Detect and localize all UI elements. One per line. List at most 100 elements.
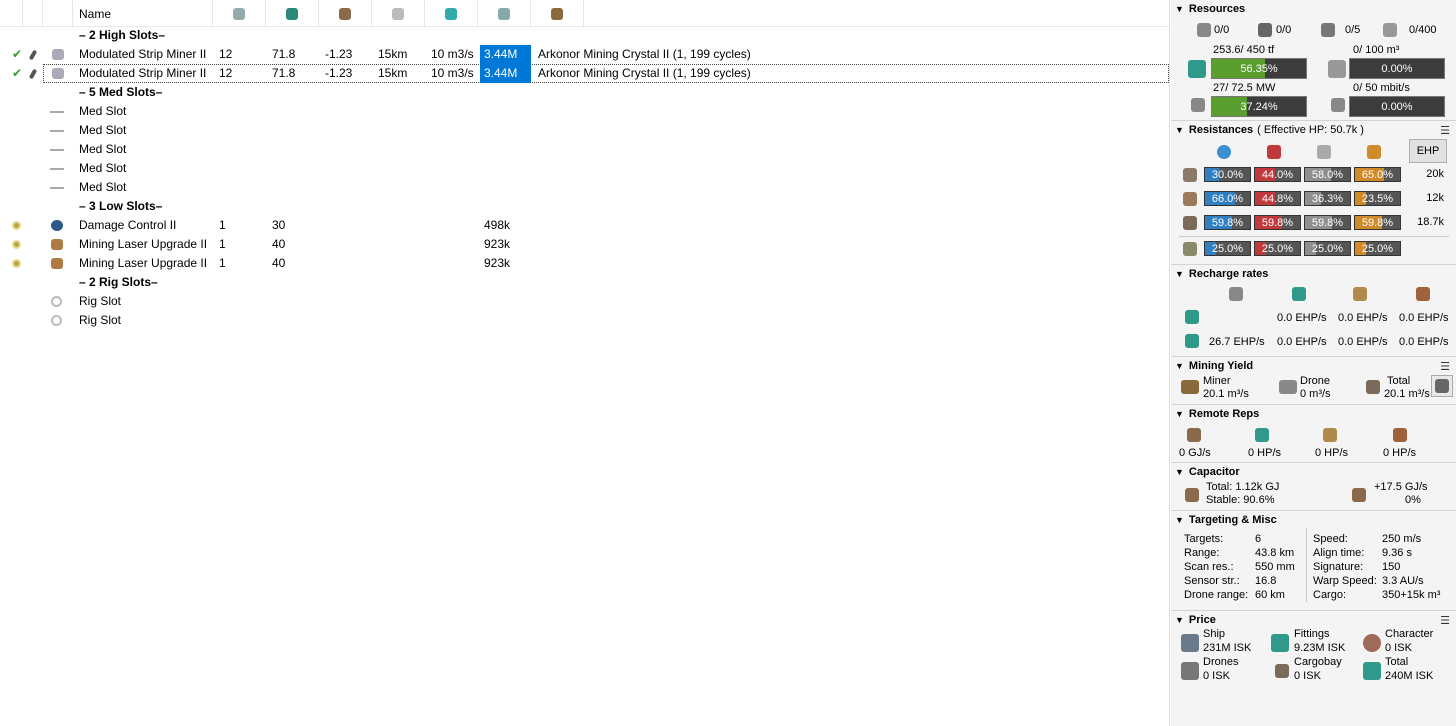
bandwidth-bar: 0.00% — [1349, 96, 1445, 117]
turret-hardpoint-icon — [1197, 23, 1211, 37]
header-state-col[interactable] — [0, 0, 23, 27]
mining-yield-header[interactable]: ▼ Mining Yield — [1175, 360, 1253, 372]
explosive-resist-icon — [1367, 145, 1381, 159]
divider — [1171, 610, 1456, 611]
capacitor-section: ▼ Capacitor Total: 1.12k GJ Stable: 90.6%… — [1175, 466, 1428, 506]
header-yield[interactable] — [425, 0, 478, 27]
module-row[interactable]: ✔ Modulated Strip Miner II 12 71.8 -1.23… — [0, 45, 1170, 64]
section-rig-slots: – 2 Rig Slots– — [79, 275, 158, 289]
empty-med-slot-row[interactable]: Med Slot — [0, 140, 1170, 159]
damage-pattern-icon — [1183, 242, 1197, 256]
stat-value: 250 m/s — [1382, 533, 1422, 545]
ship-icon — [1181, 634, 1199, 652]
recharge-header[interactable]: ▼ Recharge rates — [1175, 268, 1268, 280]
miner-icon — [1181, 380, 1199, 394]
header-range[interactable] — [372, 0, 425, 27]
active-check-icon[interactable]: ✔ — [12, 64, 22, 83]
strip-miner-icon — [52, 49, 64, 60]
resistances-header[interactable]: ▼ Resistances( Effective HP: 50.7k ) — [1175, 124, 1364, 136]
resist-value: 66.0% — [1211, 193, 1244, 205]
mining-settings-button[interactable] — [1431, 375, 1453, 397]
empty-med-slot-row[interactable]: Med Slot — [0, 178, 1170, 197]
resources-section: ▼ Resources 0/0 0/0 0/5 0/400 253.6/ 450 … — [1171, 0, 1456, 122]
empty-rig-slot-row[interactable]: Rig Slot — [0, 311, 1170, 330]
stat-label: Scan res.: — [1184, 561, 1234, 573]
active-check-icon[interactable]: ✔ — [12, 45, 22, 64]
header-name[interactable]: Name — [73, 0, 213, 27]
stat-value: 150 — [1382, 561, 1401, 573]
empty-med-slot-row[interactable]: Med Slot — [0, 159, 1170, 178]
cpu-bar: 56.35% — [1211, 58, 1307, 79]
header-powergrid[interactable] — [266, 0, 319, 27]
ehp-toggle-button[interactable]: EHP — [1409, 139, 1447, 163]
remote-reps-section: ▼ Remote Reps 0 GJ/s 0 HP/s 0 HP/s 0 HP/s — [1175, 408, 1417, 459]
online-state-icon[interactable] — [12, 240, 21, 249]
stat-label: Sensor str.: — [1184, 575, 1240, 587]
header-capacitor[interactable] — [319, 0, 372, 27]
drone-icon — [1279, 380, 1297, 394]
capacitor-transfer-icon — [1187, 428, 1201, 442]
resist-bar: 59.8% — [1304, 215, 1351, 230]
resist-value: 36.3% — [1311, 193, 1344, 205]
fittings-icon — [1271, 634, 1289, 652]
resist-value: 59.8% — [1211, 217, 1244, 229]
resist-bar: 25.0% — [1254, 241, 1301, 256]
resist-bar: 59.8% — [1254, 215, 1301, 230]
mining-settings-icon — [1435, 379, 1449, 393]
stat-value: 6 — [1255, 533, 1262, 545]
online-state-icon[interactable] — [12, 259, 21, 268]
divider — [1171, 462, 1456, 463]
empty-rig-slot-row[interactable]: Rig Slot — [0, 292, 1170, 311]
section-high-slots: – 2 High Slots– — [79, 28, 166, 42]
module-row[interactable]: Damage Control II 1 30 498k — [0, 216, 1170, 235]
resist-bar: 36.3% — [1304, 191, 1351, 206]
resist-bar: 59.8% — [1204, 215, 1251, 230]
mining-upgrade-icon — [51, 258, 63, 269]
resist-bar: 58.0% — [1304, 167, 1351, 182]
module-row[interactable]: Mining Laser Upgrade II 1 40 923k — [0, 235, 1170, 254]
capacitor-delta-icon — [1352, 488, 1366, 502]
hull-repair-icon — [1353, 287, 1367, 301]
cargobay-icon — [1275, 664, 1289, 678]
mining-upgrade-icon — [51, 239, 63, 250]
yield-icon — [445, 7, 457, 20]
module-row[interactable]: ✔ Modulated Strip Miner II 12 71.8 -1.23… — [0, 64, 1170, 83]
header-charge[interactable] — [531, 0, 584, 27]
launcher-hardpoint-icon — [1258, 23, 1272, 37]
mining-menu-icon[interactable]: ☰ — [1440, 360, 1450, 373]
empty-med-slot-row[interactable]: Med Slot — [0, 102, 1170, 121]
med-slot-icon — [50, 168, 64, 170]
remote-shield-icon — [1393, 428, 1407, 442]
stat-label: Align time: — [1313, 547, 1365, 559]
section-med-slots: – 5 Med Slots– — [79, 85, 163, 99]
resist-value: 30.0% — [1211, 169, 1244, 181]
resources-header[interactable]: ▼ Resources — [1175, 3, 1245, 15]
header-icon-col[interactable] — [43, 0, 73, 27]
resist-bar: 25.0% — [1304, 241, 1351, 256]
online-state-icon[interactable] — [12, 221, 21, 230]
total-yield-icon — [1366, 380, 1380, 394]
armor-repair-icon — [1292, 287, 1306, 301]
price-menu-icon[interactable]: ☰ — [1440, 614, 1450, 627]
stat-label: Speed: — [1313, 533, 1348, 545]
charge-icon — [28, 68, 38, 80]
header-price[interactable] — [478, 0, 531, 27]
stat-label: Range: — [1184, 547, 1220, 559]
header-ammo-col[interactable] — [23, 0, 43, 27]
remote-reps-header[interactable]: ▼ Remote Reps — [1175, 408, 1259, 420]
resist-value: 25.0% — [1261, 243, 1294, 255]
armor-hp-icon — [1183, 192, 1197, 206]
thermal-resist-icon — [1267, 145, 1281, 159]
resistances-menu-icon[interactable]: ☰ — [1440, 124, 1450, 137]
module-row[interactable]: Mining Laser Upgrade II 1 40 923k — [0, 254, 1170, 273]
header-cpu[interactable] — [213, 0, 266, 27]
price-header[interactable]: ▼ Price — [1175, 614, 1216, 626]
drone-bay-bar: 0.00% — [1349, 58, 1445, 79]
capacitor-header[interactable]: ▼ Capacitor — [1175, 466, 1240, 478]
recharge-section: ▼ Recharge rates 0.0 EHP/s 0.0 EHP/s 0.0 … — [1175, 268, 1449, 348]
empty-med-slot-row[interactable]: Med Slot — [0, 121, 1170, 140]
targeting-header[interactable]: ▼ Targeting & Misc — [1175, 514, 1277, 526]
stat-label: Drone range: — [1184, 589, 1249, 601]
med-slot-icon — [50, 149, 64, 151]
total-price-icon — [1363, 662, 1381, 680]
